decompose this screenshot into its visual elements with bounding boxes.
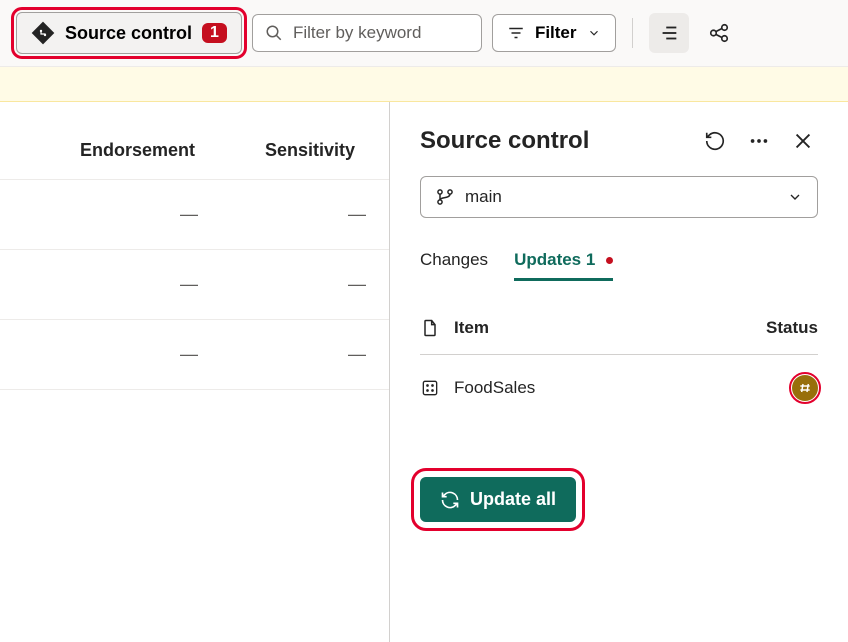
tab-changes[interactable]: Changes bbox=[420, 242, 488, 281]
tab-updates-label: Updates 1 bbox=[514, 250, 595, 269]
sync-icon bbox=[440, 490, 460, 510]
items-table: Endorsement Sensitivity — — — — — — bbox=[0, 102, 390, 642]
chevron-down-icon bbox=[587, 26, 601, 40]
notice-bar bbox=[0, 67, 848, 102]
filter-label: Filter bbox=[535, 23, 577, 43]
refresh-button[interactable] bbox=[700, 126, 730, 156]
sensitivity-cell: — bbox=[348, 344, 366, 365]
list-view-icon bbox=[658, 22, 680, 44]
source-control-diamond-icon bbox=[31, 21, 55, 45]
table-row[interactable]: — — bbox=[0, 179, 389, 249]
lineage-icon bbox=[708, 22, 730, 44]
branch-icon bbox=[435, 187, 455, 207]
refresh-icon bbox=[704, 130, 726, 152]
tab-updates[interactable]: Updates 1 bbox=[514, 242, 613, 281]
search-box[interactable] bbox=[252, 14, 482, 52]
lineage-view-button[interactable] bbox=[699, 13, 739, 53]
source-control-button[interactable]: Source control 1 bbox=[16, 12, 242, 54]
dataset-icon bbox=[420, 378, 440, 398]
endorsement-cell: — bbox=[180, 204, 198, 225]
panel-title: Source control bbox=[420, 127, 589, 155]
column-header-sensitivity[interactable]: Sensitivity bbox=[265, 140, 355, 161]
updates-list-item[interactable]: FoodSales bbox=[420, 355, 818, 421]
file-icon bbox=[420, 318, 440, 338]
close-icon bbox=[792, 130, 814, 152]
update-all-button[interactable]: Update all bbox=[420, 477, 576, 522]
update-all-label: Update all bbox=[470, 489, 556, 510]
toolbar-separator bbox=[632, 18, 633, 48]
sensitivity-cell: — bbox=[348, 204, 366, 225]
conflict-status-icon bbox=[792, 375, 818, 401]
close-panel-button[interactable] bbox=[788, 126, 818, 156]
branch-select[interactable]: main bbox=[420, 176, 818, 218]
source-control-badge: 1 bbox=[202, 23, 227, 43]
sensitivity-cell: — bbox=[348, 274, 366, 295]
chevron-down-icon bbox=[787, 189, 803, 205]
endorsement-cell: — bbox=[180, 344, 198, 365]
source-control-label: Source control bbox=[65, 23, 192, 44]
branch-name: main bbox=[465, 187, 502, 207]
tab-changes-label: Changes bbox=[420, 250, 488, 269]
search-icon bbox=[265, 24, 283, 42]
list-header-item: Item bbox=[454, 318, 489, 338]
updates-indicator-dot bbox=[606, 257, 613, 264]
column-header-endorsement[interactable]: Endorsement bbox=[80, 140, 195, 161]
more-options-button[interactable] bbox=[744, 126, 774, 156]
list-header-status: Status bbox=[766, 318, 818, 338]
filter-button[interactable]: Filter bbox=[492, 14, 616, 52]
endorsement-cell: — bbox=[180, 274, 198, 295]
table-row[interactable]: — — bbox=[0, 249, 389, 319]
list-view-button[interactable] bbox=[649, 13, 689, 53]
table-row[interactable]: — — bbox=[0, 319, 389, 390]
item-name: FoodSales bbox=[454, 378, 535, 398]
more-horizontal-icon bbox=[748, 130, 770, 152]
search-input[interactable] bbox=[293, 23, 469, 43]
filter-icon bbox=[507, 24, 525, 42]
